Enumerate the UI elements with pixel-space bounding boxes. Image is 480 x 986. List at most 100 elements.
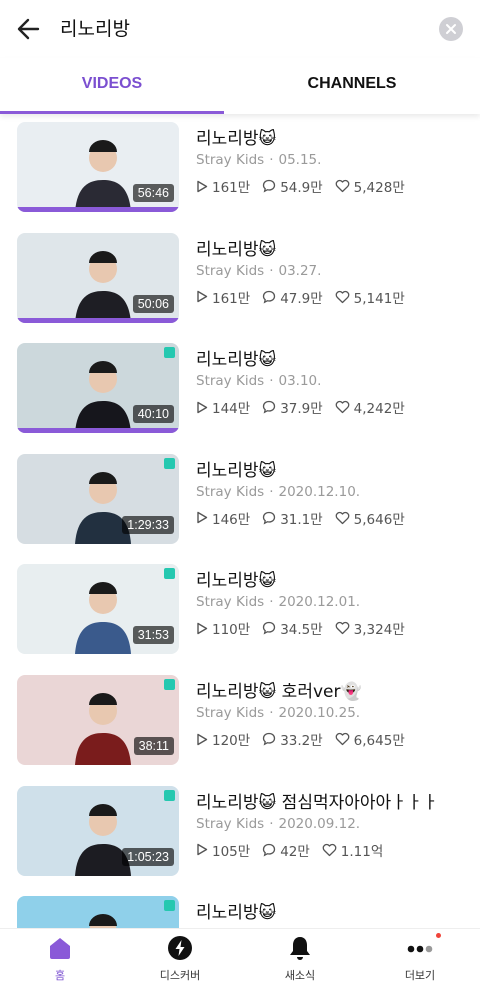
- video-list-item[interactable]: 1:29:33 리노리방😺 Stray Kids · 2020.12.10. 146만 31…: [0, 453, 480, 564]
- like-count: 5,428만: [335, 176, 405, 196]
- video-stats: 110만 34.5만 3,324만: [196, 618, 405, 638]
- video-title[interactable]: 리노리방😺 호러ver👻: [196, 677, 362, 702]
- thumbnail-person: [75, 693, 131, 765]
- video-list-item[interactable]: 40:10 리노리방😺 Stray Kids · 03.10. 144만 37.9만 4,24…: [0, 343, 480, 453]
- nav-discover[interactable]: 디스커버: [120, 929, 240, 986]
- comment-count: 47.9만: [262, 287, 323, 307]
- play-count-value: 144만: [212, 401, 251, 418]
- video-thumbnail[interactable]: 1:29:33: [17, 453, 179, 544]
- tab-indicator: [0, 111, 224, 114]
- dots-icon: [407, 945, 433, 953]
- back-button[interactable]: [14, 14, 44, 44]
- play-icon: [197, 622, 208, 635]
- video-list-item[interactable]: 31:53 리노리방😺 Stray Kids · 2020.12.01. 110만 34.5…: [0, 564, 480, 674]
- play-icon: [197, 180, 208, 192]
- like-count: 6,645만: [335, 729, 405, 749]
- comment-icon: [263, 511, 276, 525]
- channel-name: Stray Kids: [196, 152, 265, 168]
- play-icon: [197, 512, 208, 524]
- video-title[interactable]: 리노리방😺: [196, 124, 276, 149]
- comment-icon: [263, 622, 276, 635]
- watch-progress-bar: [17, 207, 179, 212]
- comment-icon: [263, 179, 276, 193]
- nav-home-label: 홈: [54, 969, 66, 982]
- clear-search-button[interactable]: [439, 17, 463, 41]
- video-list-item[interactable]: 1:05:23 리노리방😺 점심먹자아아아ㅏㅏㅏ Stray Kids · 2020.0…: [0, 785, 480, 896]
- video-thumbnail[interactable]: 38:11: [17, 675, 179, 765]
- play-icon: [197, 733, 208, 745]
- video-list-item[interactable]: 56:46 리노리방😺 Stray Kids · 05.15. 161만 54.9만 5,42…: [0, 122, 480, 232]
- video-duration: 38:11: [133, 737, 174, 755]
- video-title[interactable]: 리노리방😺 점심먹자아아아ㅏㅏㅏ: [196, 788, 438, 813]
- comment-count-value: 42만: [280, 843, 310, 860]
- like-count: 1.11억: [322, 840, 383, 860]
- play-count-value: 161만: [212, 290, 251, 307]
- heart-icon: [335, 622, 350, 635]
- like-count-value: 5,428만: [353, 180, 405, 196]
- play-count-value: 120만: [212, 733, 251, 749]
- search-input[interactable]: 리노리방: [60, 14, 130, 44]
- play-icon: [197, 401, 208, 413]
- result-tabs: VIDEOS CHANNELS: [0, 58, 480, 114]
- video-title[interactable]: 리노리방😺: [196, 898, 276, 923]
- play-icon: [197, 843, 208, 856]
- video-stats: 161만 47.9만 5,141만: [196, 287, 405, 307]
- like-count: 5,646만: [335, 508, 405, 528]
- bell-icon: [290, 937, 310, 960]
- channel-name: Stray Kids: [196, 705, 265, 721]
- video-thumbnail[interactable]: 1:05:23: [17, 785, 179, 876]
- video-duration: 1:29:33: [122, 515, 174, 534]
- play-count: 120만: [196, 729, 250, 749]
- upload-date: 03.27.: [278, 262, 322, 279]
- upload-date: 2020.12.01.: [278, 594, 361, 611]
- comment-count-value: 33.2만: [280, 733, 323, 749]
- upload-date: 2020.09.12.: [278, 815, 361, 832]
- vlive-logo-icon: [164, 568, 175, 580]
- comment-count-value: 34.5만: [280, 622, 323, 639]
- video-list[interactable]: 56:46 리노리방😺 Stray Kids · 05.15. 161만 54.9만 5,42…: [0, 114, 480, 928]
- video-title[interactable]: 리노리방😺: [196, 566, 276, 591]
- bolt-icon: [168, 936, 192, 960]
- comment-count: 33.2만: [262, 729, 323, 749]
- video-duration: 40:10: [132, 405, 174, 424]
- comment-count-value: 37.9만: [280, 401, 323, 418]
- video-thumbnail[interactable]: 31:53: [17, 564, 179, 655]
- channel-name: Stray Kids: [196, 483, 265, 500]
- video-list-item[interactable]: 리노리방😺Stray Kids·2020.09.05.: [0, 896, 480, 928]
- channel-name: Stray Kids: [196, 373, 265, 390]
- nav-home[interactable]: 홈: [0, 929, 120, 986]
- play-count-value: 105만: [212, 843, 251, 860]
- nav-more[interactable]: 더보기: [360, 929, 480, 986]
- play-count: 110만: [196, 618, 250, 638]
- video-title[interactable]: 리노리방😺: [196, 456, 276, 481]
- video-thumbnail[interactable]: 56:46: [17, 122, 179, 212]
- meta-separator: ·: [269, 262, 274, 279]
- comment-icon: [263, 401, 276, 414]
- comment-icon: [263, 843, 276, 857]
- video-thumbnail[interactable]: 40:10: [17, 343, 179, 434]
- nav-news[interactable]: 새소식: [240, 929, 360, 986]
- watch-progress-bar: [17, 428, 179, 434]
- comment-count: 31.1만: [262, 508, 323, 528]
- video-title[interactable]: 리노리방😺: [196, 235, 276, 260]
- comment-count-value: 31.1만: [280, 511, 323, 528]
- video-thumbnail[interactable]: 50:06: [17, 232, 179, 323]
- comment-count: 54.9만: [262, 176, 323, 196]
- video-stats: 120만 33.2만 6,645만: [196, 729, 405, 749]
- meta-separator: ·: [269, 594, 274, 611]
- video-title[interactable]: 리노리방😺: [196, 345, 276, 370]
- video-thumbnail[interactable]: [17, 896, 179, 928]
- thumbnail-person: [75, 140, 131, 212]
- play-count-value: 146만: [212, 511, 251, 528]
- like-count-value: 4,242만: [353, 401, 405, 418]
- like-count-value: 3,324만: [353, 622, 405, 639]
- tab-videos[interactable]: VIDEOS: [0, 58, 224, 114]
- meta-separator: ·: [269, 152, 274, 168]
- video-stats: 144만 37.9만 4,242만: [196, 397, 405, 417]
- tab-channels[interactable]: CHANNELS: [240, 58, 464, 114]
- vlive-logo-icon: [164, 900, 175, 912]
- video-list-item[interactable]: 38:11 리노리방😺 호러ver👻 Stray Kids · 2020.10.25. 1…: [0, 675, 480, 785]
- nav-more-label: 더보기: [404, 969, 436, 982]
- video-list-item[interactable]: 50:06 리노리방😺 Stray Kids · 03.27. 161만 47.9만 5,14…: [0, 232, 480, 343]
- heart-icon: [335, 511, 350, 524]
